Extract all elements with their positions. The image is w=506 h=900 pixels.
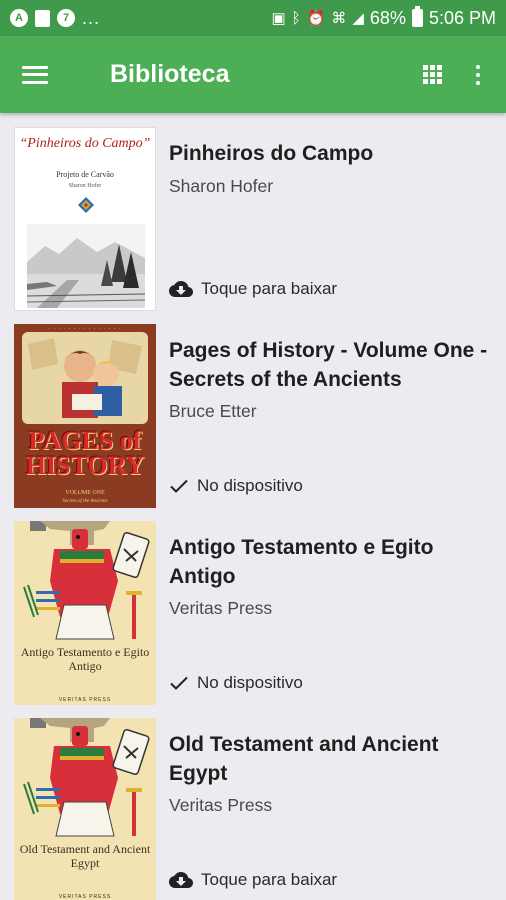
cover-emblem bbox=[78, 197, 94, 213]
check-icon bbox=[170, 676, 188, 690]
seven-icon: 7 bbox=[57, 9, 75, 27]
download-status[interactable]: No dispositivo bbox=[169, 673, 303, 693]
alarm-icon: ⏰ bbox=[306, 10, 326, 27]
more-notifications: ... bbox=[82, 7, 101, 28]
more-options-button[interactable] bbox=[458, 36, 498, 113]
app-bar: Biblioteca bbox=[0, 36, 506, 113]
book-item[interactable]: “Pinheiros do Campo” Projeto de Carvão S… bbox=[0, 113, 506, 311]
grid-view-icon bbox=[423, 64, 443, 85]
more-vertical-icon bbox=[476, 64, 480, 85]
book-title: Antigo Testamento e Egito Antigo bbox=[169, 536, 434, 588]
check-icon bbox=[170, 479, 188, 493]
hamburger-menu-icon bbox=[22, 65, 48, 84]
cover-title: Antigo Testamento e Egito Antigo bbox=[20, 645, 150, 673]
cover-subtitle: Projeto de Carvão bbox=[56, 170, 114, 179]
book-cover[interactable]: “Pinheiros do Campo” Projeto de Carvão S… bbox=[14, 127, 156, 311]
book-author: Veritas Press bbox=[169, 598, 273, 618]
book-title: Pinheiros do Campo bbox=[169, 142, 374, 165]
status-bar: A 7 ... ▣ ᛒ ⏰ ⌘ ◢ 68% 5:06 PM bbox=[0, 0, 506, 36]
page-title: Biblioteca bbox=[110, 60, 230, 88]
status-label: No dispositivo bbox=[197, 673, 303, 692]
grid-view-button[interactable] bbox=[408, 36, 458, 113]
clock: 5:06 PM bbox=[428, 7, 496, 28]
cover-landscape-illustration bbox=[27, 224, 145, 308]
menu-button[interactable] bbox=[0, 36, 70, 113]
cover-illustration bbox=[14, 324, 156, 508]
cover-publisher: VERITAS PRESS bbox=[58, 894, 112, 900]
cover-series-label: · · · · · · · · · · · · · · · bbox=[48, 326, 122, 332]
battery-icon bbox=[411, 6, 423, 27]
cover-egyptian-illustration bbox=[14, 521, 156, 705]
book-author: Sharon Hofer bbox=[169, 176, 274, 196]
battery-percent: 68% bbox=[369, 7, 406, 28]
book-list: “Pinheiros do Campo” Projeto de Carvão S… bbox=[0, 113, 506, 900]
book-cover[interactable]: Antigo Testamento e Egito Antigo VERITAS… bbox=[14, 521, 156, 705]
cover-subtitle-2: Secrets of the Ancients bbox=[62, 499, 108, 504]
cloud-download-icon bbox=[169, 281, 193, 297]
book-cover[interactable]: Old Testament and Ancient Egypt VERITAS … bbox=[14, 718, 156, 900]
cover-publisher: VERITAS PRESS bbox=[58, 697, 112, 703]
signal-icon: ◢ bbox=[352, 10, 364, 27]
download-status[interactable]: Toque para baixar bbox=[169, 279, 337, 299]
cover-title: PAGES of HISTORY bbox=[25, 426, 145, 480]
cloud-download-icon bbox=[169, 872, 193, 888]
a-icon: A bbox=[10, 9, 28, 27]
book-item[interactable]: · · · · · · · · · · · · · · · PAGES of H… bbox=[0, 310, 506, 508]
book-author: Bruce Etter bbox=[169, 401, 257, 421]
book-cover[interactable]: · · · · · · · · · · · · · · · PAGES of H… bbox=[14, 324, 156, 508]
status-label: No dispositivo bbox=[197, 476, 303, 495]
download-status[interactable]: No dispositivo bbox=[169, 476, 303, 496]
document-icon bbox=[35, 9, 50, 27]
book-author: Veritas Press bbox=[169, 795, 273, 815]
bluetooth-icon: ᛒ bbox=[291, 9, 301, 27]
book-item[interactable]: Old Testament and Ancient Egypt VERITAS … bbox=[0, 704, 506, 900]
cover-egyptian-illustration bbox=[14, 718, 156, 900]
status-label: Toque para baixar bbox=[201, 279, 338, 298]
book-item[interactable]: Antigo Testamento e Egito Antigo VERITAS… bbox=[0, 507, 506, 705]
status-label: Toque para baixar bbox=[201, 870, 338, 889]
cover-title: Old Testament and Ancient Egypt bbox=[19, 842, 151, 870]
cover-title: “Pinheiros do Campo” bbox=[19, 136, 151, 151]
hotspot-icon: ⌘ bbox=[331, 10, 347, 27]
cover-author: Sharon Hofer bbox=[68, 183, 102, 189]
lock-icon: ▣ bbox=[271, 10, 286, 27]
cover-subtitle: VOLUME ONE bbox=[65, 490, 105, 496]
book-title: Pages of History - Volume One - Secrets … bbox=[169, 339, 488, 391]
download-status[interactable]: Toque para baixar bbox=[169, 870, 337, 890]
book-title: Old Testament and Ancient Egypt bbox=[169, 733, 439, 785]
